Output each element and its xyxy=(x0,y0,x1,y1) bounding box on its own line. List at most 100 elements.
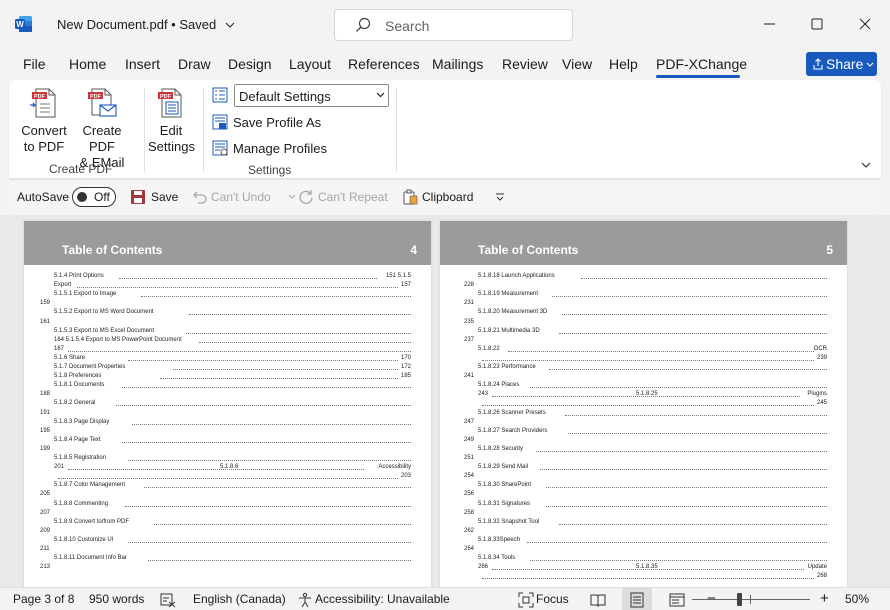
web-layout-icon[interactable] xyxy=(669,592,685,608)
toc-entry[interactable]: 5.1.6 Share 170 xyxy=(24,355,431,364)
zoom-slider-track[interactable] xyxy=(692,599,810,600)
tab-home[interactable]: Home xyxy=(69,56,106,72)
toc-entry[interactable]: 5.1.8 Preferences 185 xyxy=(24,373,431,382)
toc-entry[interactable]: 5.1.8.19 Measurement xyxy=(440,291,847,300)
toc-entry[interactable]: 5.1.8.22 OCR xyxy=(440,346,847,355)
create-pdf-email-button[interactable]: PDF Create PDF & EMail xyxy=(71,87,133,171)
toc-entry[interactable]: 5.1.5.1 Export to Image xyxy=(24,291,431,300)
tab-help[interactable]: Help xyxy=(609,56,638,72)
tab-view[interactable]: View xyxy=(562,56,592,72)
svg-text:PDF: PDF xyxy=(90,94,102,100)
toc-entry[interactable]: 5.1.5.2 Export to MS Word Document xyxy=(24,309,431,318)
toc-entry[interactable]: 167 xyxy=(24,346,431,355)
tab-design[interactable]: Design xyxy=(228,56,272,72)
manage-profiles-button[interactable]: Manage Profiles xyxy=(212,140,327,156)
toc-entry[interactable]: 5.1.8.26 Scanner Presets xyxy=(440,410,847,419)
toc-leader xyxy=(558,523,827,525)
proofing-icon[interactable] xyxy=(160,592,176,608)
toc-entry[interactable]: 5.1.8.1 Documents xyxy=(24,382,431,391)
toc-entry-title: 5.1.6 Share xyxy=(54,354,86,361)
edit-settings-button[interactable]: PDF Edit Settings xyxy=(148,87,195,155)
toc-page-number: 241 xyxy=(464,373,475,380)
toc-entry[interactable]: 5.1.8.9 Convert to/from PDF xyxy=(24,519,431,528)
zoom-in-button[interactable]: + xyxy=(820,590,829,607)
minimize-icon[interactable] xyxy=(762,16,778,32)
toc-entry[interactable]: 5.1.8.31 Signatures xyxy=(440,501,847,510)
print-layout-icon[interactable] xyxy=(629,592,645,608)
search-box[interactable]: Search xyxy=(334,9,573,41)
tab-references[interactable]: References xyxy=(348,56,420,72)
toc-entry[interactable]: 5.1.8.23 Performance xyxy=(440,364,847,373)
search-icon xyxy=(356,17,371,32)
toc-entry[interactable]: 5.1.7 Document Properties 172 xyxy=(24,364,431,373)
tab-insert[interactable]: Insert xyxy=(125,56,160,72)
toc-entry[interactable]: 5.1.5.3 Export to MS Excel Document xyxy=(24,328,431,337)
toc-entry[interactable]: 5.1.8.29 Send Mail xyxy=(440,464,847,473)
toc-entry[interactable]: 5.1.8.11 Document Info Bar xyxy=(24,555,431,564)
toc-entry[interactable]: 268 xyxy=(440,573,847,582)
document-canvas[interactable]: Table of Contents 4 5.1.4 Print Options 1… xyxy=(0,215,890,587)
ribbon-collapse-icon[interactable] xyxy=(860,159,872,171)
toc-entry[interactable]: 5.1.8.3 Page Display xyxy=(24,419,431,428)
profile-select[interactable]: Default Settings xyxy=(234,84,389,107)
toc-entry[interactable]: 203 xyxy=(24,473,431,482)
toc-leader xyxy=(128,359,398,361)
tab-draw[interactable]: Draw xyxy=(178,56,211,72)
toc-entry[interactable]: 5.1.8.5 Registration xyxy=(24,455,431,464)
word-count[interactable]: 950 words xyxy=(89,592,144,606)
toc-entry[interactable]: 5.1.8.18 Launch Applications xyxy=(440,273,847,282)
share-button[interactable]: Share xyxy=(806,52,877,76)
autosave-toggle[interactable]: Off xyxy=(72,187,116,207)
read-mode-icon[interactable] xyxy=(590,592,606,608)
toc-entry[interactable]: 201 5.1.8.6 Accessibility xyxy=(24,464,431,473)
toc-entry-title: 5.1.8.9 Convert to/from PDF xyxy=(54,518,130,525)
convert-to-pdf-button[interactable]: PDF Convert to PDF xyxy=(21,87,67,155)
toc-entry[interactable]: 5.1.8.30 SharePoint xyxy=(440,482,847,491)
focus-label[interactable]: Focus xyxy=(536,592,569,606)
tab-mailings[interactable]: Mailings xyxy=(432,56,483,72)
toc-entry-title: 5.1.8.3 Page Display xyxy=(54,418,110,425)
toc-leader xyxy=(67,469,364,471)
close-icon[interactable] xyxy=(857,16,873,32)
focus-icon[interactable] xyxy=(518,592,534,608)
toc-entry[interactable]: 5.1.8.34 Tools xyxy=(440,555,847,564)
save-profile-as-button[interactable]: Save Profile As xyxy=(212,114,321,130)
toc-entry[interactable]: 5.1.8.28 Security xyxy=(440,446,847,455)
accessibility-status[interactable]: Accessibility: Unavailable xyxy=(315,592,450,606)
zoom-slider-thumb[interactable] xyxy=(737,593,742,606)
toc-entry[interactable]: 5.1.8.32 Snapshot Tool xyxy=(440,519,847,528)
language[interactable]: English (Canada) xyxy=(193,592,286,606)
toc-entry[interactable]: 5.1.8.4 Page Text xyxy=(24,437,431,446)
toc-entry-page: OCR xyxy=(813,345,827,352)
toc-entry[interactable]: 5.1.8.27 Search Providers xyxy=(440,428,847,437)
toc-entry[interactable]: 5.1.8.24 Places xyxy=(440,382,847,391)
toc-entry[interactable]: 243 5.1.8.25 Plugins xyxy=(440,391,847,400)
toc-entry-title: 5.1.8.34 Tools xyxy=(478,555,516,562)
toc-entry[interactable]: 245 xyxy=(440,400,847,409)
toc-entry[interactable]: 5.1.8.33Speech xyxy=(440,537,847,546)
accessibility-icon[interactable] xyxy=(297,592,313,608)
toc-entry[interactable]: 164 5.1.5.4 Export to MS PowerPoint Docu… xyxy=(24,337,431,346)
customize-icon[interactable] xyxy=(495,192,505,202)
toc-entry[interactable]: 5.1.8.7 Color Management xyxy=(24,482,431,491)
toc-entry[interactable]: 266 5.1.8.35 Update xyxy=(440,564,847,573)
page-count[interactable]: Page 3 of 8 xyxy=(13,592,74,606)
toc-entry[interactable]: 5.1.8.8 Commenting xyxy=(24,501,431,510)
maximize-icon[interactable] xyxy=(809,16,825,32)
toc-entry[interactable]: 5.1.8.20 Measurement 3D xyxy=(440,309,847,318)
toc-entry[interactable]: Export 157 xyxy=(24,282,431,291)
save-icon xyxy=(131,190,145,204)
toc-entry-page: Plugins xyxy=(807,391,827,398)
toc-entry[interactable]: 5.1.8.10 Customize UI xyxy=(24,537,431,546)
zoom-level[interactable]: 50% xyxy=(845,592,869,606)
svg-text:W: W xyxy=(16,20,24,29)
toc-entry[interactable]: 5.1.8.2 General xyxy=(24,400,431,409)
tab-layout[interactable]: Layout xyxy=(289,56,331,72)
tab-file[interactable]: File xyxy=(23,56,46,72)
toc-entry[interactable]: 5.1.8.21 Multimedia 3D xyxy=(440,328,847,337)
tab-review[interactable]: Review xyxy=(502,56,548,72)
toc-entry[interactable]: 5.1.4 Print Options 151 5.1.5 xyxy=(24,273,431,282)
document-title[interactable]: New Document.pdf • Saved xyxy=(57,17,235,32)
tab-pdf-xchange[interactable]: PDF-XChange xyxy=(656,56,747,72)
toc-entry[interactable]: 239 xyxy=(440,355,847,364)
